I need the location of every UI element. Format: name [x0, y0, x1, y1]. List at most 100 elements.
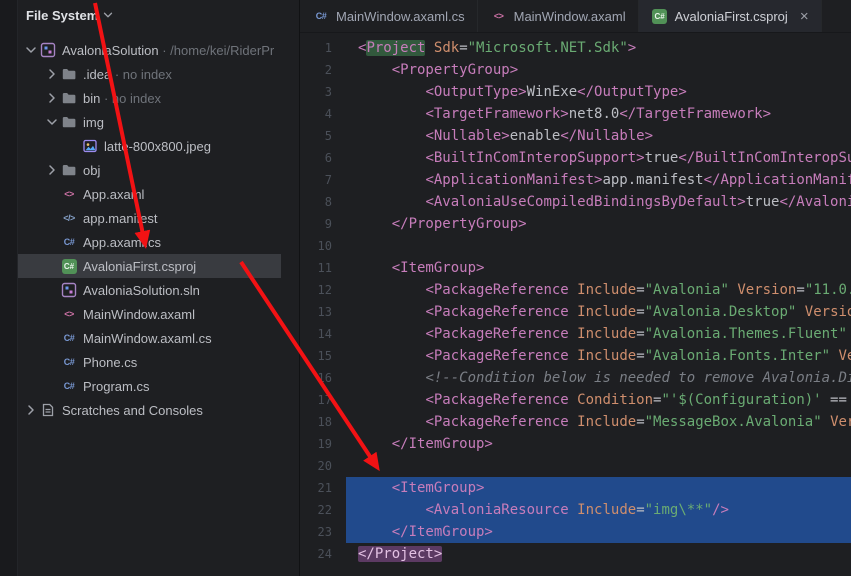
csharp-icon: C#	[60, 378, 78, 394]
code-line-15[interactable]: <PackageReference Include="Avalonia.Font…	[346, 345, 851, 367]
line-number: 1	[300, 37, 332, 59]
code-token: =	[636, 414, 644, 430]
indent-spacer	[43, 306, 60, 322]
chevron-down-icon[interactable]	[43, 114, 60, 130]
code-token: </ItemGroup>	[392, 524, 493, 540]
code-line-5[interactable]: <Nullable>enable</Nullable>	[346, 125, 851, 147]
code-token	[425, 40, 433, 56]
tree-item-label: AvaloniaSolution	[62, 43, 159, 58]
code-line-17[interactable]: <PackageReference Condition="'$(Configur…	[346, 389, 851, 411]
code-token: net8.0	[569, 106, 620, 122]
tab-mainwindow-axaml[interactable]: <>MainWindow.axaml	[478, 0, 639, 32]
chevron-down-icon[interactable]	[22, 42, 39, 58]
chevron-right-icon[interactable]	[43, 66, 60, 82]
code-token	[358, 326, 425, 342]
code-line-23[interactable]: </ItemGroup>	[346, 521, 851, 543]
code-line-16[interactable]: <!--Condition below is needed to remove …	[346, 367, 851, 389]
code-token	[569, 392, 577, 408]
line-number: 10	[300, 235, 332, 257]
tree-item-avaloniasolution[interactable]: AvaloniaSolution · /home/kei/RiderPr	[18, 38, 281, 62]
tree-item-phone-cs[interactable]: C#Phone.cs	[18, 350, 281, 374]
line-number: 4	[300, 103, 332, 125]
code-token: "'$(Configuration)'	[661, 392, 821, 408]
code-line-18[interactable]: <PackageReference Include="MessageBox.Av…	[346, 411, 851, 433]
manifest-icon: </>	[60, 210, 78, 226]
code-line-8[interactable]: <AvaloniaUseCompiledBindingsByDefault>tr…	[346, 191, 851, 213]
code-line-24[interactable]: </Project>	[346, 543, 851, 565]
code-token: ==	[822, 392, 851, 408]
tree-item-mainwindow-axaml[interactable]: <>MainWindow.axaml	[18, 302, 281, 326]
code-line-22[interactable]: <AvaloniaResource Include="img\**"/>	[346, 499, 851, 521]
code-token: =	[796, 282, 804, 298]
tree-item-label: app.manifest	[83, 211, 157, 226]
editor-body[interactable]: 123456789101112131415161718192021222324 …	[300, 33, 851, 576]
code-token: =	[636, 282, 644, 298]
code-line-2[interactable]: <PropertyGroup>	[346, 59, 851, 81]
code-line-1[interactable]: <Project Sdk="Microsoft.NET.Sdk">	[346, 37, 851, 59]
chevron-down-icon[interactable]	[101, 8, 115, 22]
code-token	[358, 524, 392, 540]
code-line-9[interactable]: </PropertyGroup>	[346, 213, 851, 235]
tree-item-label: App.axaml.cs	[83, 235, 161, 250]
chevron-right-icon[interactable]	[43, 162, 60, 178]
tree-item-avaloniafirst-csproj[interactable]: C#AvaloniaFirst.csproj	[18, 254, 281, 278]
code-line-20[interactable]	[346, 455, 851, 477]
code-token	[358, 150, 425, 166]
code-token: "Avalonia.Desktop"	[645, 304, 797, 320]
code-token: enable	[510, 128, 561, 144]
code-line-11[interactable]: <ItemGroup>	[346, 257, 851, 279]
tree-item-app-manifest[interactable]: </> app.manifest	[18, 206, 281, 230]
code-token: </TargetFramework>	[619, 106, 771, 122]
code-token: Project	[366, 40, 425, 56]
tree-item-label: Phone.cs	[83, 355, 137, 370]
chevron-right-icon[interactable]	[43, 90, 60, 106]
code-token: Include	[577, 502, 636, 518]
code-token: "MessageBox.Avalonia"	[645, 414, 822, 430]
tree-item-idea[interactable]: .idea · no index	[18, 62, 281, 86]
indent-spacer	[43, 282, 60, 298]
line-number: 12	[300, 279, 332, 301]
code-line-6[interactable]: <BuiltInComInteropSupport>true</BuiltInC…	[346, 147, 851, 169]
panel-header: File System	[18, 0, 299, 30]
tree-item-app-axaml-cs[interactable]: C#App.axaml.cs	[18, 230, 281, 254]
code-line-21[interactable]: <ItemGroup>	[346, 477, 851, 499]
code-token: <!--Condition below is needed to remove …	[425, 370, 851, 386]
indent-spacer	[43, 210, 60, 226]
code-token	[847, 326, 851, 342]
tree-item-scratches-and-consoles[interactable]: Scratches and Consoles	[18, 398, 281, 422]
chevron-right-icon[interactable]	[22, 402, 39, 418]
tree-item-label: Program.cs	[83, 379, 149, 394]
code-token: </ItemGroup>	[392, 436, 493, 452]
tree-item-latte-800x800-jpeg[interactable]: latte-800x800.jpeg	[18, 134, 281, 158]
code-token	[358, 84, 425, 100]
code-token: Include	[577, 304, 636, 320]
tab-avaloniafirst-csproj[interactable]: C#AvaloniaFirst.csproj×	[639, 0, 822, 32]
code-line-7[interactable]: <ApplicationManifest>app.manifest</Appli…	[346, 169, 851, 191]
tree-item-mainwindow-axaml-cs[interactable]: C#MainWindow.axaml.cs	[18, 326, 281, 350]
code-line-10[interactable]	[346, 235, 851, 257]
tree-item-label: Scratches and Consoles	[62, 403, 203, 418]
tree-item-program-cs[interactable]: C# Program.cs	[18, 374, 281, 398]
code-line-19[interactable]: </ItemGroup>	[346, 433, 851, 455]
code-line-13[interactable]: <PackageReference Include="Avalonia.Desk…	[346, 301, 851, 323]
code-area[interactable]: <Project Sdk="Microsoft.NET.Sdk"> <Prope…	[346, 37, 851, 576]
tree-item-bin[interactable]: bin · no index	[18, 86, 281, 110]
tree-item-avaloniasolution-sln[interactable]: AvaloniaSolution.sln	[18, 278, 281, 302]
code-token: </PropertyGroup>	[392, 216, 527, 232]
panel-title[interactable]: File System	[26, 8, 98, 23]
tab-mainwindow-axaml-cs[interactable]: C#MainWindow.axaml.cs	[300, 0, 478, 32]
code-line-4[interactable]: <TargetFramework>net8.0</TargetFramework…	[346, 103, 851, 125]
tree-item-app-axaml[interactable]: <>App.axaml	[18, 182, 281, 206]
folder-icon	[60, 66, 78, 82]
code-line-3[interactable]: <OutputType>WinExe</OutputType>	[346, 81, 851, 103]
tree-item-obj[interactable]: obj	[18, 158, 281, 182]
code-token: <OutputType>	[425, 84, 526, 100]
csharp-icon: C#	[312, 8, 330, 24]
code-line-12[interactable]: <PackageReference Include="Avalonia" Ver…	[346, 279, 851, 301]
code-token	[358, 62, 392, 78]
image-icon	[81, 138, 99, 154]
code-token: true	[645, 150, 679, 166]
tree-item-img[interactable]: img	[18, 110, 281, 134]
code-line-14[interactable]: <PackageReference Include="Avalonia.Them…	[346, 323, 851, 345]
close-icon[interactable]: ×	[800, 9, 809, 24]
